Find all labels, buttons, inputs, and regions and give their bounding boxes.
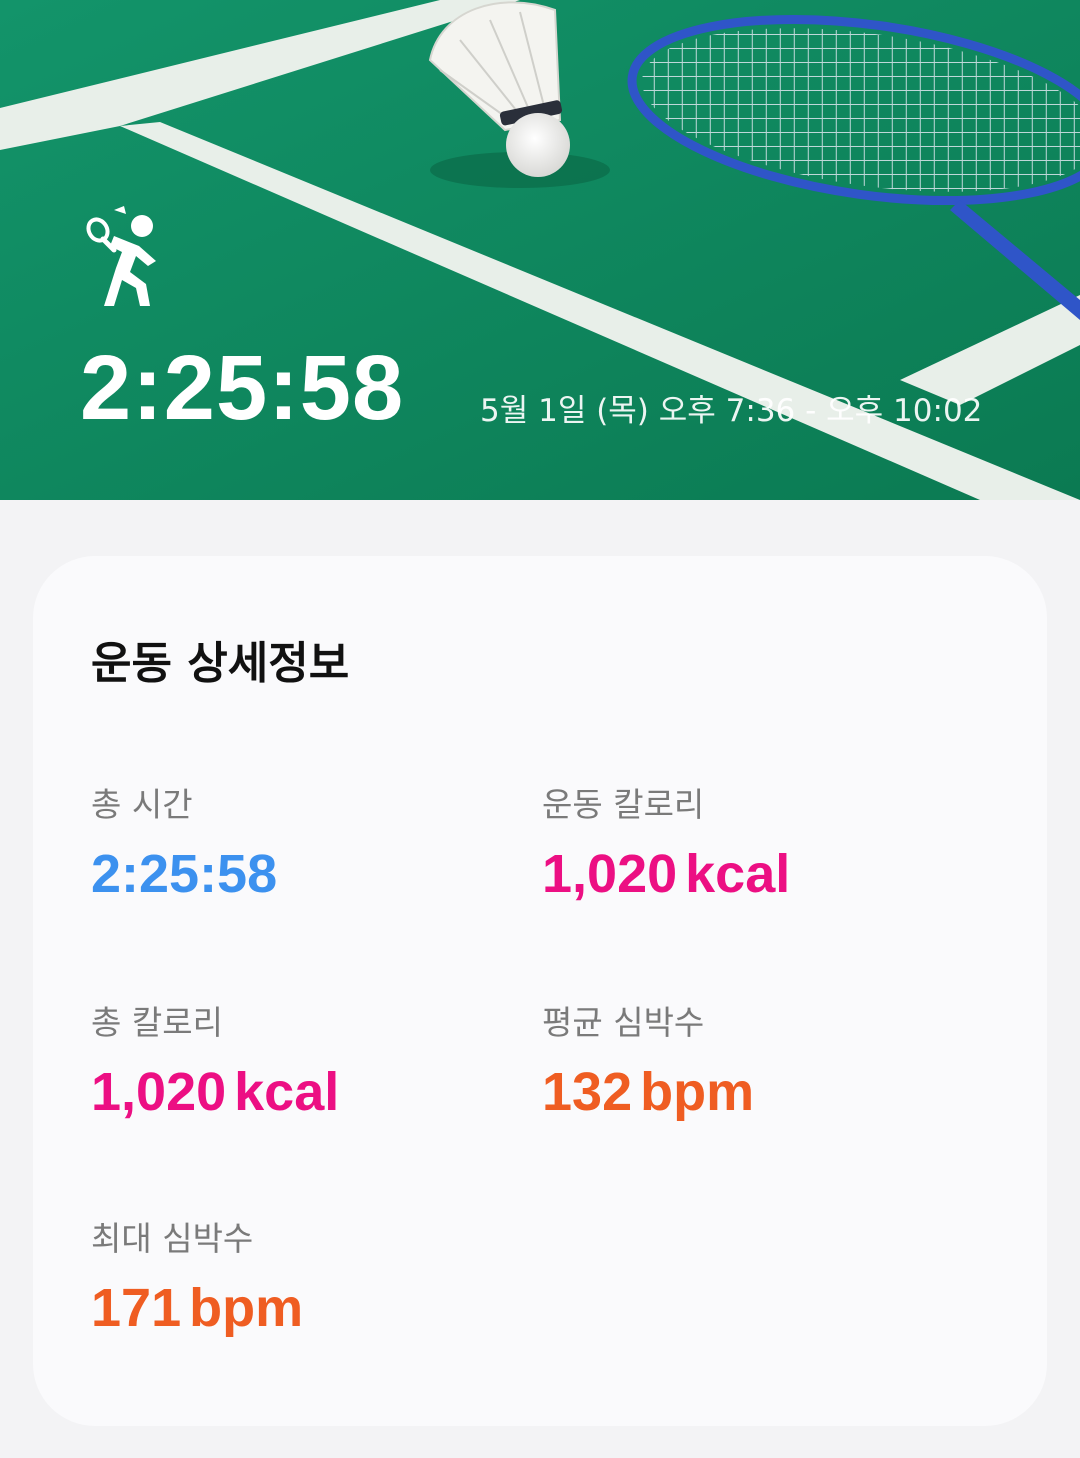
- stat-value: 1,020 kcal: [91, 1065, 521, 1119]
- stat-label: 운동 칼로리: [542, 785, 705, 824]
- stat-exercise-calories: 운동 칼로리 1,020 kcal: [542, 788, 972, 901]
- stat-number: 1,020: [542, 844, 678, 904]
- stat-unit: kcal: [234, 1062, 340, 1122]
- workout-hero-banner: 2:25:58 5월 1일 (목) 오후 7:36 - 오후 10:02: [0, 0, 1080, 500]
- stat-total-time: 총 시간 2:25:58: [91, 788, 521, 901]
- stat-unit: kcal: [685, 844, 791, 904]
- stat-unit: bpm: [640, 1062, 755, 1122]
- stat-label: 평균 심박수: [542, 1003, 705, 1042]
- stat-value: 1,020 kcal: [542, 847, 972, 901]
- workout-details-card: 운동 상세정보 총 시간 2:25:58 운동 칼로리 1,020 kcal 총 …: [33, 556, 1047, 1426]
- card-title: 운동 상세정보: [91, 638, 350, 689]
- stat-value: 132 bpm: [542, 1065, 972, 1119]
- stat-max-heart-rate: 최대 심박수 171 bpm: [91, 1222, 521, 1335]
- badminton-player-icon: [84, 206, 184, 310]
- workout-date-range: 5월 1일 (목) 오후 7:36 - 오후 10:02: [480, 393, 983, 429]
- stat-number: 1,020: [91, 1062, 227, 1122]
- stat-average-heart-rate: 평균 심박수 132 bpm: [542, 1006, 972, 1119]
- stat-number: 132: [542, 1062, 633, 1122]
- stat-number: 171: [91, 1278, 182, 1338]
- stat-total-calories: 총 칼로리 1,020 kcal: [91, 1006, 521, 1119]
- stat-label: 최대 심박수: [91, 1219, 254, 1258]
- stat-value: 2:25:58: [91, 847, 521, 901]
- stat-value: 171 bpm: [91, 1281, 521, 1335]
- stat-number: 2:25:58: [91, 844, 278, 904]
- stat-unit: bpm: [189, 1278, 304, 1338]
- stat-label: 총 시간: [91, 785, 193, 824]
- stat-label: 총 칼로리: [91, 1003, 223, 1042]
- workout-duration: 2:25:58: [80, 337, 405, 439]
